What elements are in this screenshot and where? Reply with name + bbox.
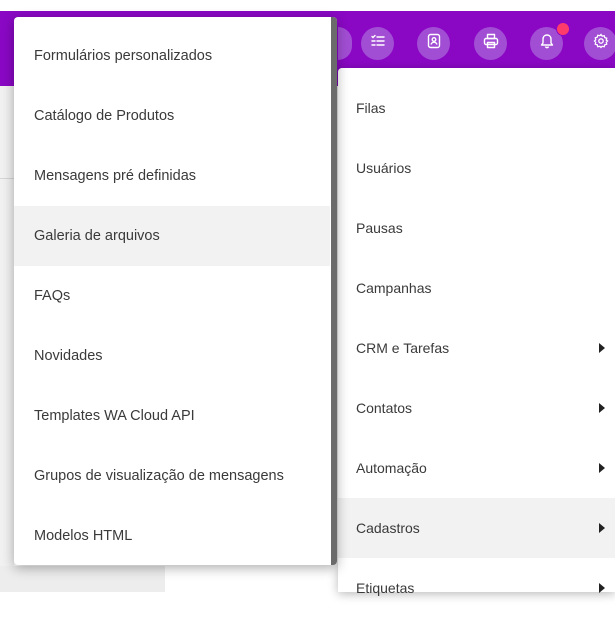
chevron-right-icon — [599, 463, 605, 473]
menu-item-label: Filas — [356, 100, 386, 116]
submenu-item-label: Formulários personalizados — [34, 48, 213, 64]
menu-item-label: CRM e Tarefas — [356, 340, 450, 356]
bell-icon — [539, 33, 555, 54]
chevron-right-icon — [599, 343, 605, 353]
submenu-item-label: FAQs — [34, 288, 71, 304]
checklist-button[interactable] — [361, 27, 394, 60]
submenu-item-label: Novidades — [34, 348, 103, 364]
print-button[interactable] — [474, 27, 507, 60]
menu-item-label: Automação — [356, 460, 427, 476]
menu-item-crm-tarefas[interactable]: CRM e Tarefas — [338, 318, 615, 378]
submenu-item-label: Mensagens pré definidas — [34, 168, 197, 184]
menu-item-filas[interactable]: Filas — [338, 78, 615, 138]
submenu-item-mensagens[interactable]: Mensagens pré definidas — [14, 146, 330, 206]
settings-menu: Filas Usuários Pausas Campanhas CRM e Ta… — [338, 68, 615, 596]
menu-item-cadastros[interactable]: Cadastros — [338, 498, 615, 558]
submenu-item-galeria[interactable]: Galeria de arquivos — [14, 206, 330, 266]
submenu-item-faqs[interactable]: FAQs — [14, 266, 330, 326]
submenu-item-label: Catálogo de Produtos — [34, 108, 175, 124]
submenu-item-templates[interactable]: Templates WA Cloud API — [14, 386, 330, 446]
notification-badge — [556, 22, 570, 36]
divider — [0, 178, 14, 179]
contacts-button[interactable] — [417, 27, 450, 60]
menu-item-etiquetas[interactable]: Etiquetas — [338, 558, 615, 618]
menu-item-label: Usuários — [356, 160, 412, 176]
submenu-item-grupos[interactable]: Grupos de visualização de mensagens — [14, 446, 330, 506]
settings-button[interactable] — [584, 27, 615, 60]
menu-item-contatos[interactable]: Contatos — [338, 378, 615, 438]
menu-item-pausas[interactable]: Pausas — [338, 198, 615, 258]
background-page — [0, 86, 14, 592]
menu-item-label: Etiquetas — [356, 580, 415, 596]
contact-card-icon — [426, 33, 442, 54]
submenu-item-label: Modelos HTML — [34, 528, 133, 544]
submenu-item-label: Galeria de arquivos — [34, 228, 160, 244]
scrollbar[interactable] — [331, 17, 337, 565]
menu-item-label: Contatos — [356, 400, 413, 416]
printer-icon — [483, 33, 499, 54]
checklist-icon — [370, 33, 386, 54]
menu-item-automacao[interactable]: Automação — [338, 438, 615, 498]
chevron-right-icon — [599, 403, 605, 413]
gear-icon — [593, 33, 609, 54]
menu-item-usuarios[interactable]: Usuários — [338, 138, 615, 198]
submenu-item-catalogo[interactable]: Catálogo de Produtos — [14, 86, 330, 146]
submenu-item-novidades[interactable]: Novidades — [14, 326, 330, 386]
menu-item-campanhas[interactable]: Campanhas — [338, 258, 615, 318]
menu-item-label: Cadastros — [356, 520, 420, 536]
submenu-item-label: Grupos de visualização de mensagens — [34, 468, 284, 484]
submenu-item-label: Templates WA Cloud API — [34, 408, 195, 424]
menu-item-label: Campanhas — [356, 280, 432, 296]
chevron-right-icon — [599, 523, 605, 533]
menu-item-label: Pausas — [356, 220, 403, 236]
cadastros-submenu: Formulários personalizados Catálogo de P… — [14, 17, 337, 565]
submenu-item-formularios[interactable]: Formulários personalizados — [14, 26, 330, 86]
submenu-item-modelos-html[interactable]: Modelos HTML — [14, 506, 330, 565]
background-panel — [0, 566, 165, 592]
